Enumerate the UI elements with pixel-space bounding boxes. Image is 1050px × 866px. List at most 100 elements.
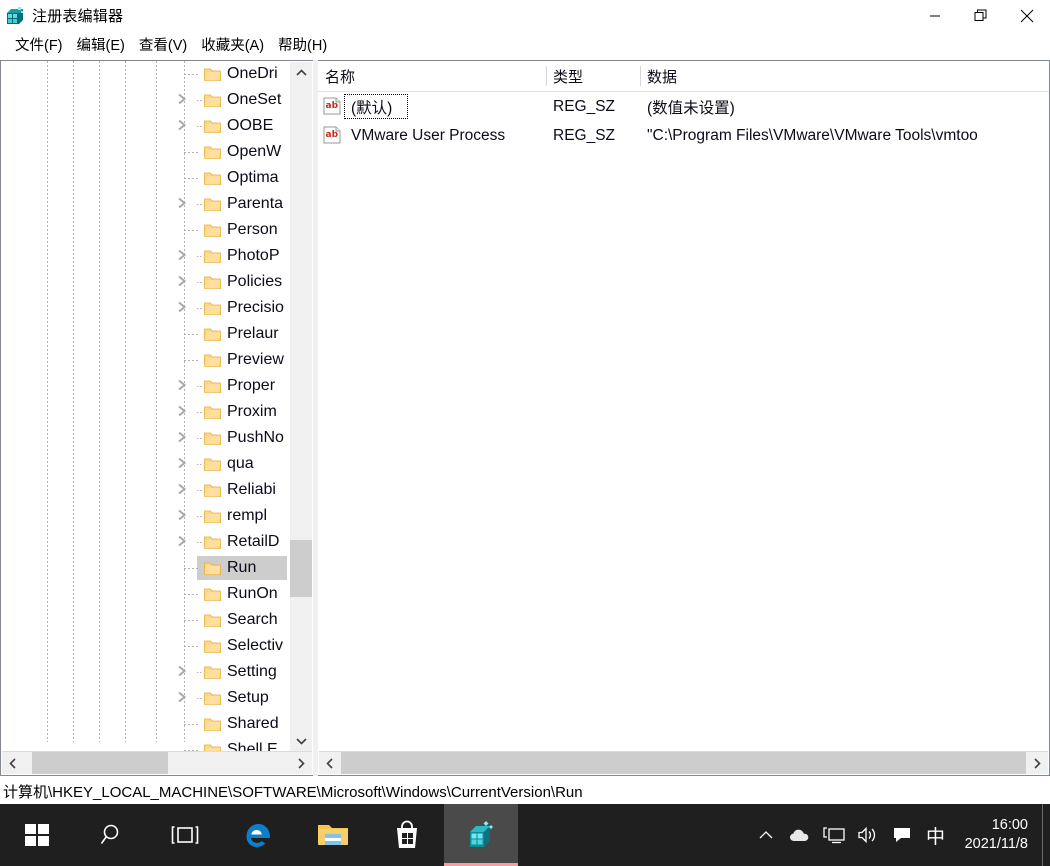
chevron-right-icon[interactable] <box>177 482 193 498</box>
tree-item[interactable]: Search <box>1 607 313 633</box>
search-button[interactable] <box>74 804 148 866</box>
list-horizontal-scrollbar[interactable] <box>319 751 1048 774</box>
menu-help[interactable]: 帮助(H) <box>271 32 334 57</box>
scroll-right-icon[interactable] <box>1026 752 1048 774</box>
tree-item[interactable]: qua <box>1 451 313 477</box>
menu-edit[interactable]: 编辑(E) <box>70 32 132 57</box>
chevron-right-icon[interactable] <box>177 248 193 264</box>
chevron-right-icon[interactable] <box>177 92 193 108</box>
tree-item[interactable]: OneSet <box>1 87 313 113</box>
chevron-right-icon[interactable] <box>177 664 193 680</box>
tree-item[interactable]: RetailD <box>1 529 313 555</box>
scroll-up-icon[interactable] <box>290 62 312 84</box>
chevron-right-icon[interactable] <box>177 690 193 706</box>
close-button[interactable] <box>1004 0 1050 31</box>
chevron-right-icon[interactable] <box>177 456 193 472</box>
file-explorer-button[interactable] <box>296 804 370 866</box>
tree-hscrollbar-thumb[interactable] <box>32 752 168 774</box>
scroll-right-icon[interactable] <box>290 752 312 774</box>
tree-item[interactable]: PhotoP <box>1 243 313 269</box>
tree-item[interactable]: Preview <box>1 347 313 373</box>
menu-file[interactable]: 文件(F) <box>8 32 70 57</box>
column-header-name[interactable]: 名称 <box>318 61 546 91</box>
chevron-right-icon[interactable] <box>177 404 193 420</box>
tree-item[interactable]: Prelaur <box>1 321 313 347</box>
start-button[interactable] <box>0 804 74 866</box>
tree-item[interactable]: PushNo <box>1 425 313 451</box>
minimize-button[interactable] <box>912 0 958 31</box>
tree-horizontal-scrollbar[interactable] <box>2 751 312 774</box>
registry-values-pane[interactable]: 名称 类型 数据 ab (默认) REG_SZ (数值未设置) ab VMware Use… <box>318 60 1050 776</box>
tree-item[interactable]: OOBE <box>1 113 313 139</box>
registry-value-row[interactable]: ab (默认) REG_SZ (数值未设置) <box>318 92 1049 121</box>
ime-chinese-icon[interactable]: 中 <box>919 804 953 866</box>
tree-item[interactable]: Shared <box>1 711 313 737</box>
column-header-data[interactable]: 数据 <box>640 61 1049 91</box>
tree-item[interactable]: Parenta <box>1 191 313 217</box>
chevron-right-icon[interactable] <box>177 300 193 316</box>
chevron-right-icon[interactable] <box>177 196 193 212</box>
registry-path: 计算机\HKEY_LOCAL_MACHINE\SOFTWARE\Microsof… <box>3 784 583 801</box>
tree-item[interactable]: Precisio <box>1 295 313 321</box>
registry-editor-window: 注册表编辑器 文件(F) 编辑(E) 查看(V) 收藏夹(A) 帮助(H) On… <box>0 0 1050 804</box>
clock[interactable]: 16:00 2021/11/8 <box>957 804 1042 866</box>
tree-item[interactable]: Optima <box>1 165 313 191</box>
tree-item-label: Parenta <box>227 195 284 212</box>
scroll-left-icon[interactable] <box>319 752 341 774</box>
cloud-icon[interactable] <box>783 804 817 866</box>
folder-icon <box>204 457 221 472</box>
tree-item[interactable]: Setup <box>1 685 313 711</box>
tree-item[interactable]: Proper <box>1 373 313 399</box>
tree-item[interactable]: OpenW <box>1 139 313 165</box>
microsoft-store-button[interactable] <box>370 804 444 866</box>
task-view-button[interactable] <box>148 804 222 866</box>
tree-item[interactable]: Policies <box>1 269 313 295</box>
tree-item[interactable]: Selectiv <box>1 633 313 659</box>
maximize-restore-button[interactable] <box>958 0 1004 31</box>
tree-scrollbar-thumb[interactable] <box>290 540 312 597</box>
chevron-right-icon[interactable] <box>177 378 193 394</box>
chevron-right-icon[interactable] <box>177 534 193 550</box>
tree-item[interactable]: Person <box>1 217 313 243</box>
tree-item[interactable]: OneDri <box>1 61 313 87</box>
tree-item-label: Setup <box>227 689 269 706</box>
folder-icon <box>204 639 221 654</box>
tree-item[interactable]: rempl <box>1 503 313 529</box>
menu-favorites[interactable]: 收藏夹(A) <box>194 32 271 57</box>
list-hscrollbar-thumb[interactable] <box>341 752 1026 774</box>
tree-item[interactable]: Proxim <box>1 399 313 425</box>
speech-bubble-icon[interactable] <box>885 804 919 866</box>
string-value-icon: ab <box>323 97 342 115</box>
tree-item-label: PushNo <box>227 429 284 446</box>
registry-editor-button[interactable] <box>444 804 518 866</box>
tree-item-label: RunOn <box>227 585 278 602</box>
tree-item[interactable]: Run <box>1 555 313 581</box>
show-desktop-button[interactable] <box>1042 804 1050 866</box>
monitor-icon[interactable] <box>817 804 851 866</box>
tree-item[interactable]: Setting <box>1 659 313 685</box>
taskbar: 中 16:00 2021/11/8 <box>0 804 1050 866</box>
menu-view[interactable]: 查看(V) <box>132 32 194 57</box>
folder-icon <box>204 379 221 394</box>
tree-item-label: Reliabi <box>227 481 276 498</box>
column-header-type[interactable]: 类型 <box>546 61 640 91</box>
edge-button[interactable] <box>222 804 296 866</box>
tree-item-label: Policies <box>227 273 283 290</box>
tree-item[interactable]: Reliabi <box>1 477 313 503</box>
speaker-icon[interactable] <box>851 804 885 866</box>
registry-tree-pane[interactable]: OneDri OneSet OOBE OpenW Optima Parenta Person… <box>0 60 313 776</box>
scroll-down-icon[interactable] <box>290 730 312 752</box>
tree-item[interactable]: RunOn <box>1 581 313 607</box>
clock-date: 2021/11/8 <box>964 836 1028 852</box>
chevron-right-icon[interactable] <box>177 508 193 524</box>
tree-vertical-scrollbar[interactable] <box>290 62 312 752</box>
tree-item-label: Optima <box>227 169 279 186</box>
chevron-up-icon[interactable] <box>749 804 783 866</box>
chevron-right-icon[interactable] <box>177 430 193 446</box>
scroll-left-icon[interactable] <box>2 752 24 774</box>
chevron-right-icon[interactable] <box>177 118 193 134</box>
tree-item-label: Prelaur <box>227 325 279 342</box>
tree-item-label: Precisio <box>227 299 284 316</box>
registry-value-row[interactable]: ab VMware User Process REG_SZ "C:\Program F… <box>318 121 1049 150</box>
chevron-right-icon[interactable] <box>177 274 193 290</box>
